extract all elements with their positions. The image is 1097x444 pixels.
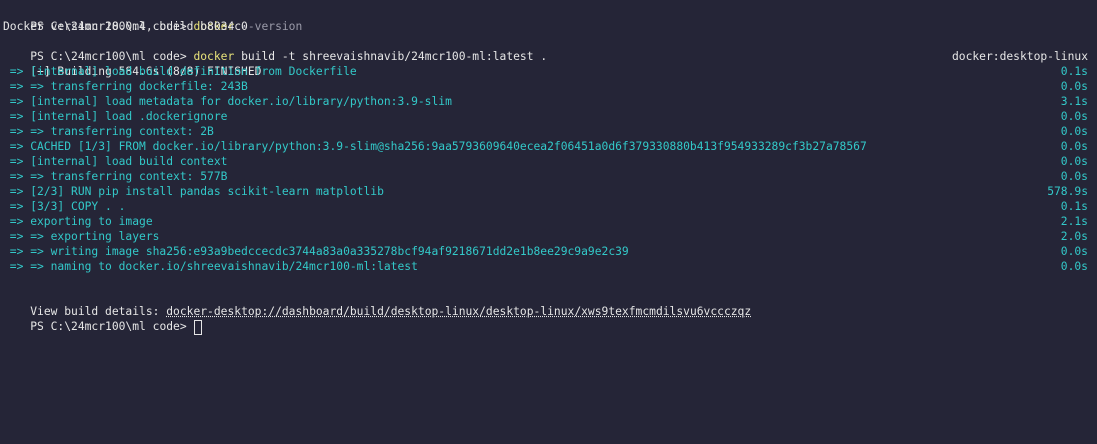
build-step: => => transferring dockerfile: 243B 0.0s xyxy=(3,79,1093,94)
step-time: 2.0s xyxy=(1060,230,1088,243)
build-step: => => transferring context: 577B 0.0s xyxy=(3,169,1093,184)
step-text: => [internal] load build definition from… xyxy=(3,65,357,78)
step-text: => exporting to image xyxy=(3,215,153,228)
build-status-line: [+] Building 584.6s (8/8) FINISHED docke… xyxy=(3,49,1093,78)
version-output: Docker version 28.0.4, build b8034c0 xyxy=(3,20,248,33)
command-line-version: PS C:\24mcr100\ml code> docker --version xyxy=(3,4,1093,33)
step-text: => => transferring context: 577B xyxy=(3,170,228,183)
build-step: => CACHED [1/3] FROM docker.io/library/p… xyxy=(3,139,1093,154)
build-step: => => naming to docker.io/shreevaishnavi… xyxy=(3,259,1093,274)
step-time: 0.0s xyxy=(1060,125,1088,138)
terminal[interactable]: PS C:\24mcr100\ml code> docker --version… xyxy=(0,0,1093,335)
step-text: => [3/3] COPY . . xyxy=(3,200,126,213)
step-text: => => transferring dockerfile: 243B xyxy=(3,80,248,93)
prompt: PS C:\24mcr100\ml code> xyxy=(30,320,194,333)
step-text: => [2/3] RUN pip install pandas scikit-l… xyxy=(3,185,384,198)
command-line-current[interactable]: PS C:\24mcr100\ml code> xyxy=(3,304,1093,335)
step-time: 0.1s xyxy=(1060,200,1088,213)
build-step: => [3/3] COPY . . 0.1s xyxy=(3,199,1093,214)
build-step: => [internal] load build context 0.0s xyxy=(3,154,1093,169)
step-time: 0.1s xyxy=(1060,65,1088,78)
build-details-line: View build details: docker-desktop://das… xyxy=(3,289,1093,318)
build-step: => => writing image sha256:e93a9bedccecd… xyxy=(3,244,1093,259)
step-text: => => naming to docker.io/shreevaishnavi… xyxy=(3,260,418,273)
step-time: 0.0s xyxy=(1060,260,1088,273)
step-text: => CACHED [1/3] FROM docker.io/library/p… xyxy=(3,140,867,153)
build-step: => exporting to image 2.1s xyxy=(3,214,1093,229)
step-time: 0.0s xyxy=(1060,245,1088,258)
step-text: => => exporting layers xyxy=(3,230,160,243)
builder-context: docker:desktop-linux xyxy=(951,50,1088,63)
step-time: 2.1s xyxy=(1060,215,1088,228)
build-step: => [internal] load build definition from… xyxy=(3,64,1093,79)
command-line-build: PS C:\24mcr100\ml code> docker build -t … xyxy=(3,34,1093,63)
build-step: => => exporting layers 2.0s xyxy=(3,229,1093,244)
step-time: 0.0s xyxy=(1060,155,1088,168)
build-step: => => transferring context: 2B 0.0s xyxy=(3,124,1093,139)
step-text: => => transferring context: 2B xyxy=(3,125,214,138)
build-step: => [internal] load .dockerignore 0.0s xyxy=(3,109,1093,124)
step-time: 578.9s xyxy=(1047,185,1088,198)
step-time: 3.1s xyxy=(1060,95,1088,108)
step-time: 0.0s xyxy=(1060,110,1088,123)
step-text: => [internal] load metadata for docker.i… xyxy=(3,95,452,108)
build-step: => [2/3] RUN pip install pandas scikit-l… xyxy=(3,184,1093,199)
step-text: => => writing image sha256:e93a9bedccecd… xyxy=(3,245,629,258)
cursor-icon xyxy=(194,319,203,335)
step-text: => [internal] load build context xyxy=(3,155,228,168)
step-time: 0.0s xyxy=(1060,80,1088,93)
build-step: => [internal] load metadata for docker.i… xyxy=(3,94,1093,109)
step-time: 0.0s xyxy=(1060,140,1088,153)
build-steps: => [internal] load build definition from… xyxy=(3,64,1093,274)
step-text: => [internal] load .dockerignore xyxy=(3,110,228,123)
step-time: 0.0s xyxy=(1060,170,1088,183)
